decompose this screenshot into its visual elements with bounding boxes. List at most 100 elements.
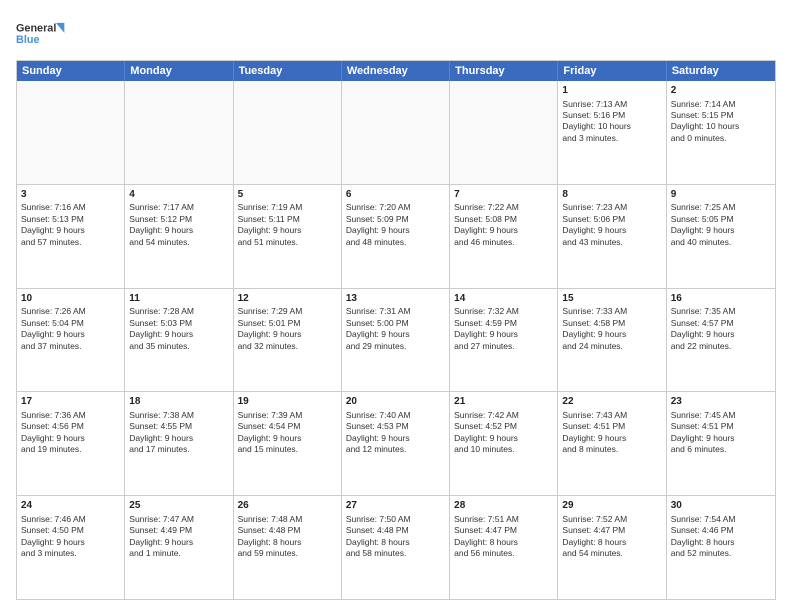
day-info-line: Daylight: 8 hours: [562, 537, 661, 548]
empty-cell: [125, 81, 233, 184]
day-number: 13: [346, 292, 445, 306]
empty-cell: [342, 81, 450, 184]
day-info-line: Sunrise: 7:36 AM: [21, 410, 120, 421]
day-info-line: and 0 minutes.: [671, 133, 771, 144]
day-info-line: Daylight: 9 hours: [129, 537, 228, 548]
day-info-line: Sunrise: 7:50 AM: [346, 514, 445, 525]
day-info-line: Sunrise: 7:16 AM: [21, 202, 120, 213]
day-number: 8: [562, 188, 661, 202]
day-number: 23: [671, 395, 771, 409]
day-info-line: Sunset: 5:09 PM: [346, 214, 445, 225]
day-info-line: Sunset: 5:06 PM: [562, 214, 661, 225]
day-info-line: Sunset: 5:01 PM: [238, 318, 337, 329]
day-cell-9: 9Sunrise: 7:25 AMSunset: 5:05 PMDaylight…: [667, 185, 775, 288]
day-info-line: Sunset: 4:54 PM: [238, 421, 337, 432]
day-info-line: and 3 minutes.: [21, 548, 120, 559]
day-info-line: Sunset: 5:16 PM: [562, 110, 661, 121]
day-info-line: Sunrise: 7:22 AM: [454, 202, 553, 213]
day-info-line: Sunset: 4:51 PM: [671, 421, 771, 432]
day-info-line: Sunset: 5:04 PM: [21, 318, 120, 329]
calendar-header: SundayMondayTuesdayWednesdayThursdayFrid…: [17, 61, 775, 81]
day-cell-3: 3Sunrise: 7:16 AMSunset: 5:13 PMDaylight…: [17, 185, 125, 288]
svg-text:General: General: [16, 22, 56, 34]
day-info-line: Sunrise: 7:25 AM: [671, 202, 771, 213]
day-info-line: and 19 minutes.: [21, 444, 120, 455]
day-info-line: and 3 minutes.: [562, 133, 661, 144]
day-number: 22: [562, 395, 661, 409]
day-info-line: Sunset: 4:59 PM: [454, 318, 553, 329]
day-info-line: Daylight: 9 hours: [346, 329, 445, 340]
day-cell-18: 18Sunrise: 7:38 AMSunset: 4:55 PMDayligh…: [125, 392, 233, 495]
calendar-row-4: 24Sunrise: 7:46 AMSunset: 4:50 PMDayligh…: [17, 495, 775, 599]
day-info-line: Daylight: 9 hours: [21, 537, 120, 548]
header: General Blue: [16, 12, 776, 54]
day-cell-29: 29Sunrise: 7:52 AMSunset: 4:47 PMDayligh…: [558, 496, 666, 599]
day-info-line: Sunrise: 7:48 AM: [238, 514, 337, 525]
day-info-line: Sunrise: 7:38 AM: [129, 410, 228, 421]
day-number: 29: [562, 499, 661, 513]
day-info-line: Sunset: 4:48 PM: [346, 525, 445, 536]
day-info-line: Sunset: 4:47 PM: [562, 525, 661, 536]
day-info-line: Daylight: 9 hours: [21, 433, 120, 444]
day-info-line: Sunset: 4:50 PM: [21, 525, 120, 536]
day-info-line: Daylight: 9 hours: [238, 329, 337, 340]
day-info-line: Daylight: 9 hours: [238, 225, 337, 236]
day-number: 6: [346, 188, 445, 202]
day-number: 15: [562, 292, 661, 306]
day-info-line: Sunrise: 7:42 AM: [454, 410, 553, 421]
day-info-line: Daylight: 9 hours: [671, 433, 771, 444]
day-cell-17: 17Sunrise: 7:36 AMSunset: 4:56 PMDayligh…: [17, 392, 125, 495]
day-info-line: and 56 minutes.: [454, 548, 553, 559]
day-info-line: and 43 minutes.: [562, 237, 661, 248]
day-info-line: Daylight: 8 hours: [671, 537, 771, 548]
header-day-friday: Friday: [558, 61, 666, 81]
day-info-line: and 22 minutes.: [671, 341, 771, 352]
empty-cell: [17, 81, 125, 184]
day-info-line: and 12 minutes.: [346, 444, 445, 455]
day-cell-30: 30Sunrise: 7:54 AMSunset: 4:46 PMDayligh…: [667, 496, 775, 599]
day-info-line: Daylight: 9 hours: [21, 225, 120, 236]
day-info-line: Daylight: 9 hours: [562, 329, 661, 340]
day-info-line: Sunset: 4:51 PM: [562, 421, 661, 432]
day-number: 21: [454, 395, 553, 409]
day-number: 19: [238, 395, 337, 409]
day-info-line: Sunset: 4:52 PM: [454, 421, 553, 432]
day-info-line: Sunrise: 7:23 AM: [562, 202, 661, 213]
header-day-thursday: Thursday: [450, 61, 558, 81]
day-info-line: Sunrise: 7:47 AM: [129, 514, 228, 525]
day-info-line: Sunrise: 7:31 AM: [346, 306, 445, 317]
day-info-line: Daylight: 9 hours: [671, 225, 771, 236]
day-cell-15: 15Sunrise: 7:33 AMSunset: 4:58 PMDayligh…: [558, 289, 666, 392]
day-info-line: and 48 minutes.: [346, 237, 445, 248]
day-info-line: and 52 minutes.: [671, 548, 771, 559]
day-number: 16: [671, 292, 771, 306]
day-number: 5: [238, 188, 337, 202]
calendar: SundayMondayTuesdayWednesdayThursdayFrid…: [16, 60, 776, 600]
svg-text:Blue: Blue: [16, 34, 39, 46]
day-number: 25: [129, 499, 228, 513]
day-info-line: Sunset: 4:47 PM: [454, 525, 553, 536]
day-cell-13: 13Sunrise: 7:31 AMSunset: 5:00 PMDayligh…: [342, 289, 450, 392]
day-number: 1: [562, 84, 661, 98]
day-number: 14: [454, 292, 553, 306]
day-cell-12: 12Sunrise: 7:29 AMSunset: 5:01 PMDayligh…: [234, 289, 342, 392]
day-info-line: Sunset: 4:58 PM: [562, 318, 661, 329]
day-info-line: Sunrise: 7:13 AM: [562, 99, 661, 110]
day-number: 12: [238, 292, 337, 306]
day-info-line: Sunrise: 7:32 AM: [454, 306, 553, 317]
day-cell-22: 22Sunrise: 7:43 AMSunset: 4:51 PMDayligh…: [558, 392, 666, 495]
day-number: 10: [21, 292, 120, 306]
header-day-sunday: Sunday: [17, 61, 125, 81]
day-cell-26: 26Sunrise: 7:48 AMSunset: 4:48 PMDayligh…: [234, 496, 342, 599]
day-info-line: Daylight: 8 hours: [454, 537, 553, 548]
day-info-line: Daylight: 9 hours: [562, 433, 661, 444]
day-number: 28: [454, 499, 553, 513]
day-info-line: Sunset: 5:03 PM: [129, 318, 228, 329]
day-info-line: Sunset: 4:53 PM: [346, 421, 445, 432]
day-cell-2: 2Sunrise: 7:14 AMSunset: 5:15 PMDaylight…: [667, 81, 775, 184]
day-cell-8: 8Sunrise: 7:23 AMSunset: 5:06 PMDaylight…: [558, 185, 666, 288]
day-info-line: Sunset: 4:55 PM: [129, 421, 228, 432]
day-info-line: Sunset: 4:46 PM: [671, 525, 771, 536]
day-info-line: Sunset: 5:05 PM: [671, 214, 771, 225]
day-cell-21: 21Sunrise: 7:42 AMSunset: 4:52 PMDayligh…: [450, 392, 558, 495]
